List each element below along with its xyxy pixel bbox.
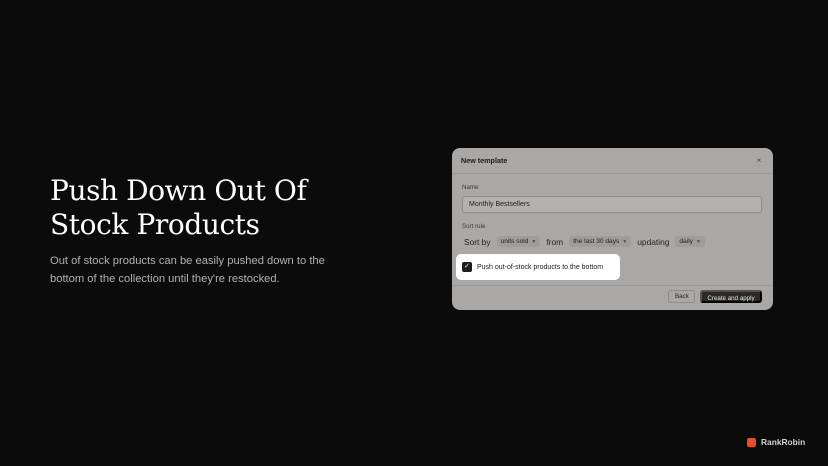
new-template-modal: New template × Name Monthly Bestsellers … xyxy=(452,148,773,310)
sort-rule-row: Sort by units sold ▼ from the last 30 da… xyxy=(462,236,705,247)
modal-title: New template xyxy=(461,156,508,165)
push-out-of-stock-checkbox[interactable]: ✓ xyxy=(462,262,472,272)
sort-rule-label: Sort rule xyxy=(462,223,486,230)
name-label: Name xyxy=(462,184,479,191)
back-button[interactable]: Back xyxy=(668,290,695,303)
sort-by-text: Sort by xyxy=(464,236,491,247)
page-title: Push Down Out Of Stock Products xyxy=(50,174,307,241)
update-frequency-select[interactable]: daily ▼ xyxy=(675,236,705,247)
modal-header: New template × xyxy=(452,148,773,174)
footer-divider xyxy=(452,285,773,286)
time-range-value: the last 30 days xyxy=(573,238,620,245)
brand: RankRobin xyxy=(747,437,805,447)
close-icon[interactable]: × xyxy=(754,156,764,165)
chevron-down-icon: ▼ xyxy=(531,238,537,245)
sort-by-select[interactable]: units sold ▼ xyxy=(496,236,541,247)
from-text: from xyxy=(546,236,564,247)
updating-text: updating xyxy=(637,236,670,247)
time-range-select[interactable]: the last 30 days ▼ xyxy=(569,236,632,247)
page-description: Out of stock products can be easily push… xyxy=(50,255,325,285)
name-input[interactable]: Monthly Bestsellers xyxy=(462,196,762,213)
sort-by-value: units sold xyxy=(500,238,529,245)
brand-name: RankRobin xyxy=(761,437,806,447)
push-out-of-stock-label: Push out-of-stock products to the bottom xyxy=(477,263,604,271)
chevron-down-icon: ▼ xyxy=(695,238,701,245)
update-frequency-value: daily xyxy=(679,238,693,245)
rankrobin-logo-icon xyxy=(747,437,756,447)
create-and-apply-button[interactable]: Create and apply xyxy=(700,290,762,303)
chevron-down-icon: ▼ xyxy=(622,238,628,245)
push-out-of-stock-option[interactable]: ✓ Push out-of-stock products to the bott… xyxy=(456,254,620,280)
